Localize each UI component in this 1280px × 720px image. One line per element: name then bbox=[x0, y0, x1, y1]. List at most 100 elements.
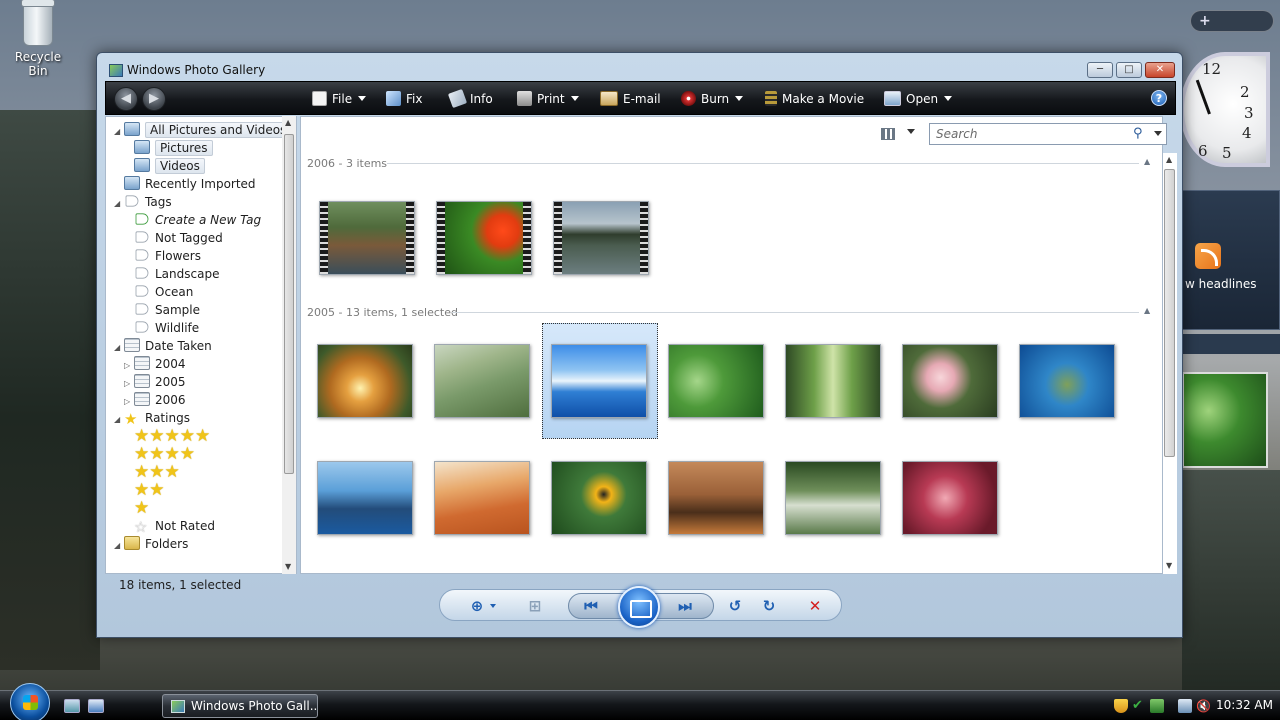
open-menu-button[interactable]: Open bbox=[884, 90, 953, 108]
photo-thumbnail-selected[interactable] bbox=[551, 344, 647, 418]
photo-thumbnail[interactable] bbox=[785, 344, 881, 418]
taskbar-clock[interactable]: 10:32 AM bbox=[1216, 698, 1273, 712]
collapse-arrow-icon[interactable]: ◢ bbox=[114, 537, 124, 555]
fix-button[interactable]: Fix bbox=[386, 90, 422, 108]
photo-thumbnail[interactable] bbox=[434, 344, 530, 418]
recycle-bin-desktop-icon[interactable]: Recycle Bin bbox=[6, 0, 70, 78]
rating-4-stars[interactable]: ★★★★ bbox=[134, 445, 195, 463]
security-shield-icon[interactable] bbox=[1114, 699, 1128, 713]
tree-item-year[interactable]: ▷ 2006 bbox=[124, 391, 186, 409]
print-menu-button[interactable]: Print bbox=[517, 90, 579, 108]
delete-icon[interactable]: ✕ bbox=[806, 597, 824, 615]
sidebar-control-bar[interactable]: + bbox=[1190, 10, 1274, 32]
rating-1-star[interactable]: ★ bbox=[134, 499, 149, 517]
actual-size-icon[interactable]: ⊞ bbox=[526, 597, 544, 615]
tree-item-not-rated[interactable]: ☆ Not Rated bbox=[134, 517, 215, 535]
search-input[interactable]: Search bbox=[929, 123, 1167, 145]
collapse-arrow-icon[interactable]: ◢ bbox=[114, 411, 124, 429]
tree-item-create-tag[interactable]: Create a New Tag bbox=[134, 211, 261, 229]
collapse-arrow-icon[interactable]: ◢ bbox=[114, 195, 124, 213]
scroll-down-arrow-icon[interactable]: ▼ bbox=[1166, 561, 1172, 570]
rotate-clockwise-icon[interactable]: ↻ bbox=[760, 597, 778, 615]
video-thumbnail[interactable] bbox=[436, 201, 532, 275]
tree-item-tag[interactable]: Flowers bbox=[134, 247, 201, 265]
burn-menu-button[interactable]: Burn bbox=[681, 90, 744, 108]
tree-item-videos[interactable]: Videos bbox=[134, 157, 205, 175]
photo-thumbnail[interactable] bbox=[317, 461, 413, 535]
photo-thumbnail[interactable] bbox=[785, 461, 881, 535]
back-arrow-icon[interactable]: ◀ bbox=[114, 87, 138, 111]
tree-item-tag[interactable]: Landscape bbox=[134, 265, 219, 283]
zoom-icon[interactable]: ⊕ bbox=[468, 597, 486, 615]
tree-item-pictures[interactable]: Pictures bbox=[134, 139, 213, 157]
slideshow-gadget[interactable] bbox=[1182, 372, 1268, 468]
close-button[interactable]: ✕ bbox=[1145, 62, 1175, 78]
thumbnail-view-icon[interactable] bbox=[881, 128, 895, 140]
tree-item-tags[interactable]: ◢ Tags bbox=[114, 193, 172, 211]
network-icon[interactable] bbox=[1178, 699, 1192, 713]
next-icon[interactable]: ⏭ bbox=[676, 597, 694, 615]
photo-thumbnail[interactable] bbox=[1019, 344, 1115, 418]
tree-item-folders[interactable]: ◢ Folders bbox=[114, 535, 188, 553]
video-thumbnail[interactable] bbox=[319, 201, 415, 275]
previous-icon[interactable]: ⏮ bbox=[582, 597, 600, 615]
navigation-scrollbar[interactable]: ▲ ▼ bbox=[282, 116, 296, 574]
photo-thumbnail[interactable] bbox=[668, 344, 764, 418]
tree-item-not-tagged[interactable]: Not Tagged bbox=[134, 229, 223, 247]
scroll-down-arrow-icon[interactable]: ▼ bbox=[285, 562, 291, 571]
tree-item-year[interactable]: ▷ 2005 bbox=[124, 373, 186, 391]
rating-2-stars[interactable]: ★★ bbox=[134, 481, 164, 499]
scroll-up-arrow-icon[interactable]: ▲ bbox=[1166, 155, 1172, 164]
show-desktop-icon[interactable] bbox=[64, 699, 80, 713]
tree-item-date-taken[interactable]: ◢ Date Taken bbox=[114, 337, 212, 355]
feed-headlines-gadget[interactable]: w headlines bbox=[1182, 190, 1280, 330]
thumbnail-scrollbar[interactable]: ▲ ▼ bbox=[1163, 153, 1177, 574]
update-icon[interactable] bbox=[1150, 699, 1164, 713]
scrollbar-thumb[interactable] bbox=[284, 134, 294, 474]
zoom-chevron-down-icon[interactable] bbox=[490, 604, 496, 608]
maximize-button[interactable]: □ bbox=[1116, 62, 1142, 78]
collapse-arrow-icon[interactable]: ◢ bbox=[114, 123, 124, 141]
minimize-button[interactable]: ─ bbox=[1087, 62, 1113, 78]
scrollbar-thumb[interactable] bbox=[1164, 169, 1175, 457]
start-button[interactable] bbox=[10, 683, 50, 720]
checkmark-icon[interactable]: ✔ bbox=[1132, 699, 1146, 713]
tree-item-year[interactable]: ▷ 2004 bbox=[124, 355, 186, 373]
tree-item-tag[interactable]: Ocean bbox=[134, 283, 193, 301]
volume-muted-icon[interactable]: 🔇 bbox=[1196, 699, 1211, 713]
photo-thumbnail[interactable] bbox=[551, 461, 647, 535]
tree-item-ratings[interactable]: ◢ ★ Ratings bbox=[114, 409, 190, 427]
collapse-group-icon[interactable]: ▲ bbox=[1144, 157, 1150, 166]
email-button[interactable]: E-mail bbox=[600, 90, 661, 108]
play-slideshow-button[interactable] bbox=[618, 586, 660, 628]
file-menu-button[interactable]: File bbox=[312, 90, 367, 108]
add-gadget-icon[interactable]: + bbox=[1199, 13, 1211, 29]
rating-3-stars[interactable]: ★★★ bbox=[134, 463, 180, 481]
forward-arrow-icon[interactable]: ▶ bbox=[142, 87, 166, 111]
photo-thumbnail[interactable] bbox=[902, 461, 998, 535]
photo-thumbnail[interactable] bbox=[434, 461, 530, 535]
rotate-counterclockwise-icon[interactable]: ↺ bbox=[726, 597, 744, 615]
tree-item-label: Landscape bbox=[155, 267, 220, 281]
photo-thumbnail[interactable] bbox=[668, 461, 764, 535]
taskbar-button-photo-gallery[interactable]: Windows Photo Gall... bbox=[162, 694, 318, 718]
scroll-up-arrow-icon[interactable]: ▲ bbox=[285, 118, 291, 127]
video-thumbnail[interactable] bbox=[553, 201, 649, 275]
tree-item-tag[interactable]: Sample bbox=[134, 301, 200, 319]
tree-item-recently-imported[interactable]: Recently Imported bbox=[124, 175, 256, 193]
collapse-arrow-icon[interactable]: ◢ bbox=[114, 339, 124, 357]
photo-thumbnail[interactable] bbox=[317, 344, 413, 418]
rating-5-stars[interactable]: ★★★★★ bbox=[134, 427, 210, 445]
search-options-chevron-icon[interactable] bbox=[1154, 131, 1162, 136]
help-icon[interactable]: ? bbox=[1151, 90, 1167, 106]
tree-item-tag[interactable]: Wildlife bbox=[134, 319, 199, 337]
photo-thumbnail[interactable] bbox=[902, 344, 998, 418]
collapse-group-icon[interactable]: ▲ bbox=[1144, 306, 1150, 315]
switch-windows-icon[interactable] bbox=[88, 699, 104, 713]
make-a-movie-button[interactable]: Make a Movie bbox=[765, 90, 864, 108]
info-button[interactable]: Info bbox=[447, 88, 493, 109]
view-chevron-down-icon[interactable] bbox=[907, 129, 915, 134]
title-bar[interactable]: Windows Photo Gallery ─ □ ✕ bbox=[97, 53, 1182, 81]
tree-item-all-pictures[interactable]: ◢ All Pictures and Videos bbox=[114, 121, 292, 141]
search-icon[interactable]: ⚲ bbox=[1133, 126, 1143, 141]
